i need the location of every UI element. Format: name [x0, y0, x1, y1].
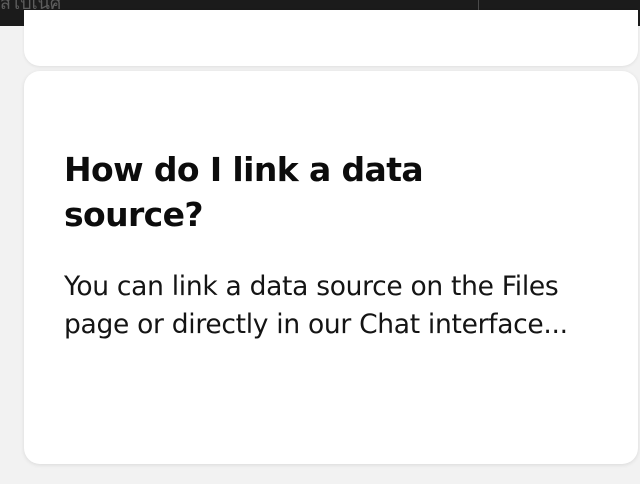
faq-answer: You can link a data source on the Files … — [64, 271, 568, 340]
previous-faq-card[interactable] — [24, 10, 638, 66]
faq-card[interactable]: How do I link a data source? You can lin… — [24, 71, 638, 464]
faq-question: How do I link a data source? — [64, 150, 424, 234]
